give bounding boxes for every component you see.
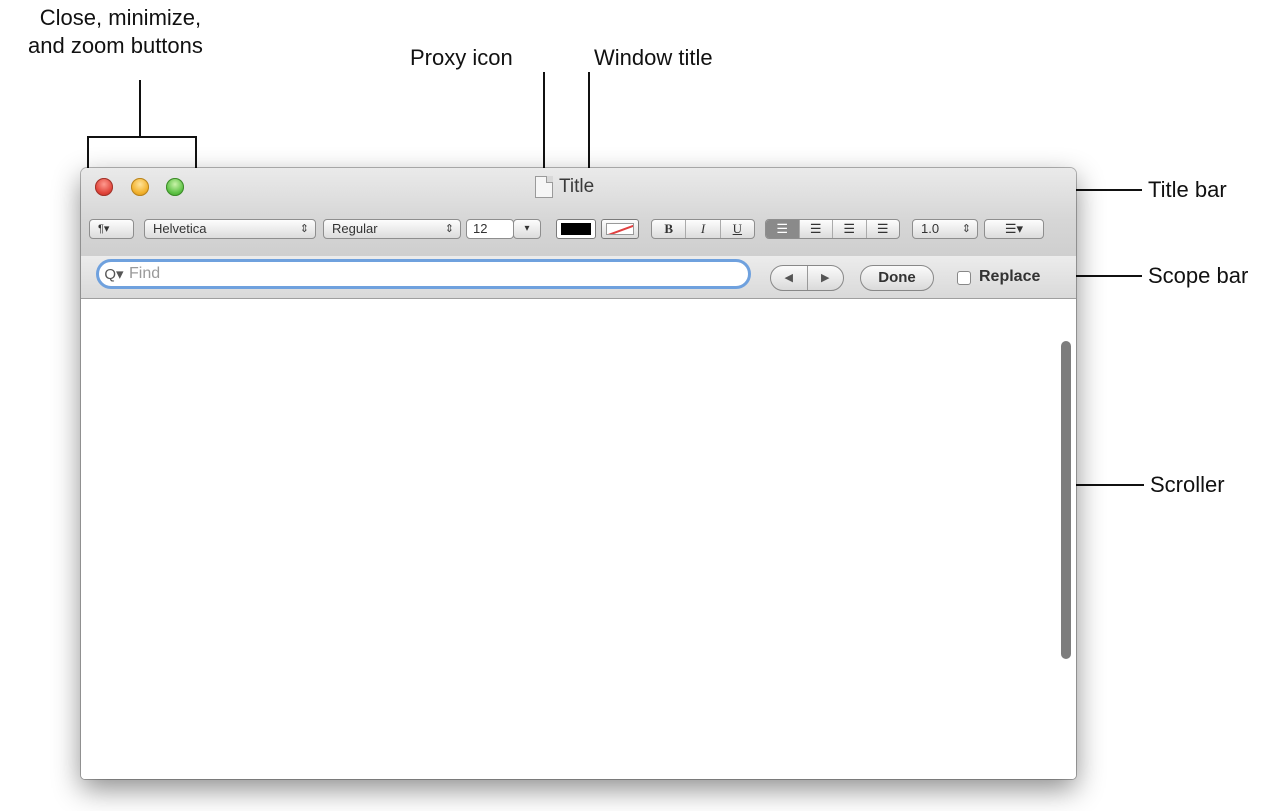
document-text-area[interactable] xyxy=(81,299,1076,779)
zoom-button-icon[interactable] xyxy=(166,178,184,196)
replace-checkbox[interactable] xyxy=(957,271,971,285)
find-input[interactable] xyxy=(129,265,748,283)
list-bullets-icon: ☰▾ xyxy=(1004,221,1024,236)
callout-window-title-line xyxy=(588,72,590,172)
callout-close-line2: and zoom buttons xyxy=(28,33,203,58)
font-size-value: 12 xyxy=(473,221,488,236)
text-color-swatch[interactable] xyxy=(556,219,596,239)
bold-italic-underline-group: B I U xyxy=(651,219,755,239)
callout-scope-bar-line xyxy=(1066,275,1142,277)
font-family-stepper-icon: ⇕ xyxy=(299,223,309,235)
underline-button[interactable]: U xyxy=(719,220,754,238)
callout-scroller-line xyxy=(1066,484,1144,486)
document-window: Title ¶▾ Helvetica ⇕ Regular ⇕ 12 ▾ B I … xyxy=(81,168,1076,779)
title-bar: Title ¶▾ Helvetica ⇕ Regular ⇕ 12 ▾ B I … xyxy=(81,168,1076,257)
font-style-stepper-icon: ⇕ xyxy=(444,223,454,235)
list-style-popup[interactable]: ☰▾ xyxy=(984,219,1044,239)
minimize-button-icon[interactable] xyxy=(131,178,149,196)
proxy-document-icon[interactable] xyxy=(535,176,553,198)
highlight-color-swatch[interactable] xyxy=(601,219,639,239)
text-color-fill xyxy=(561,223,591,235)
align-left-icon[interactable]: ☰ xyxy=(766,220,799,238)
callout-close-line1: Close, minimize, xyxy=(39,5,202,30)
callout-scroller: Scroller xyxy=(1150,472,1225,497)
line-spacing-stepper-icon: ⇕ xyxy=(961,223,971,235)
font-style-popup[interactable]: Regular ⇕ xyxy=(323,219,461,239)
callout-proxy-line xyxy=(543,72,545,172)
callout-close-buttons: Close, minimize, and zoom buttons xyxy=(28,4,203,60)
close-button-icon[interactable] xyxy=(95,178,113,196)
scope-bar: Q▾ ◀ ▶ Done Replace xyxy=(81,256,1076,299)
callout-close-stem xyxy=(139,80,141,137)
highlight-color-fill xyxy=(606,223,634,235)
chevron-down-icon: ▾ xyxy=(524,223,530,234)
paragraph-menu-label: ¶▾ xyxy=(98,223,110,235)
font-style-label: Regular xyxy=(332,221,378,236)
no-color-slash-icon xyxy=(607,224,633,234)
paragraph-menu-button[interactable]: ¶▾ xyxy=(89,219,134,239)
align-right-icon[interactable]: ☰ xyxy=(832,220,866,238)
find-prev-next-control: ◀ ▶ xyxy=(770,265,844,291)
window-title: Title xyxy=(559,176,595,197)
find-previous-button[interactable]: ◀ xyxy=(771,266,807,290)
italic-button[interactable]: I xyxy=(685,220,719,238)
font-size-dropdown[interactable]: ▾ xyxy=(513,219,541,239)
done-button[interactable]: Done xyxy=(860,265,934,291)
vertical-scroller[interactable] xyxy=(1061,341,1071,659)
alignment-group: ☰ ☰ ☰ ☰ xyxy=(765,219,900,239)
align-center-icon[interactable]: ☰ xyxy=(798,220,833,238)
find-search-field[interactable]: Q▾ xyxy=(96,259,751,289)
callout-window-title: Window title xyxy=(594,45,713,70)
bold-button[interactable]: B xyxy=(652,220,685,238)
replace-label[interactable]: Replace xyxy=(979,268,1040,286)
line-spacing-popup[interactable]: 1.0 ⇕ xyxy=(912,219,978,239)
font-family-popup[interactable]: Helvetica ⇕ xyxy=(144,219,316,239)
align-justify-icon[interactable]: ☰ xyxy=(865,220,900,238)
font-family-label: Helvetica xyxy=(153,221,207,236)
callout-scope-bar: Scope bar xyxy=(1148,263,1249,288)
line-spacing-value: 1.0 xyxy=(921,221,940,236)
callout-title-bar: Title bar xyxy=(1148,177,1227,202)
callout-close-bracket xyxy=(87,136,197,138)
search-icon[interactable]: Q▾ xyxy=(99,265,129,283)
callout-title-bar-line xyxy=(1066,189,1142,191)
callout-proxy-icon: Proxy icon xyxy=(410,45,513,70)
font-size-field[interactable]: 12 xyxy=(466,219,514,239)
window-title-group: Title xyxy=(535,175,594,199)
find-next-button[interactable]: ▶ xyxy=(806,266,844,290)
